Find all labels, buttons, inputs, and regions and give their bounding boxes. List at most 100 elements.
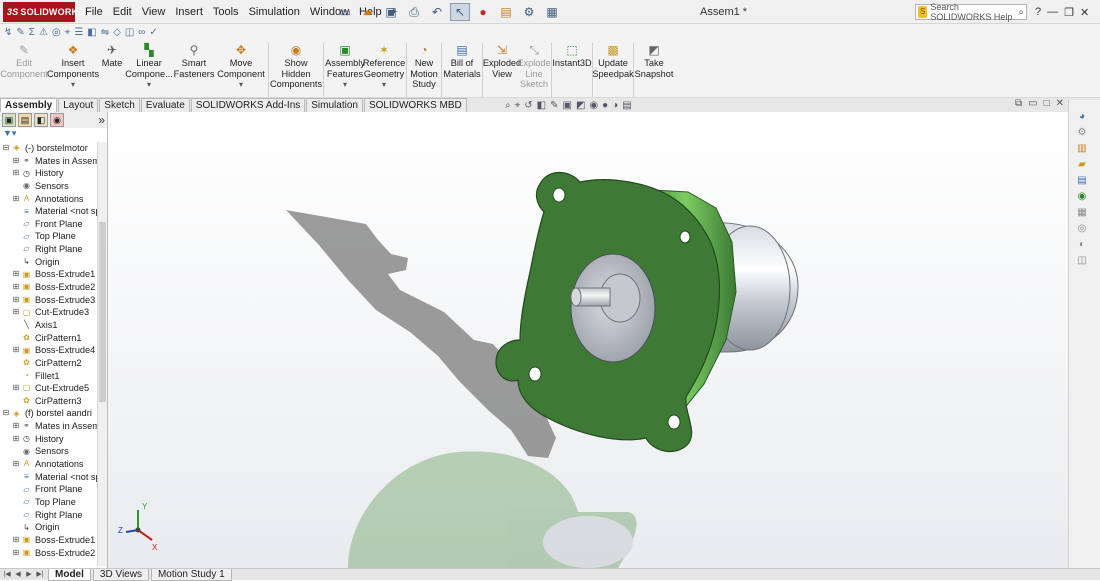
property-manager-tab-icon[interactable]: ▤ [18, 113, 32, 127]
tree-item[interactable]: ▱ Top Plane [0, 496, 106, 509]
expand-icon[interactable]: ⊞ [12, 458, 20, 471]
new-document-icon[interactable]: ▭ [335, 3, 355, 21]
tree-item[interactable]: ≡ Material <not sp [0, 471, 106, 484]
tree-item[interactable]: ⊟ ◈ (-) borstelmotor [0, 142, 106, 155]
prev-tab-icon[interactable]: ◀ [13, 569, 23, 580]
display-manager-tab-icon[interactable]: ◉ [50, 113, 64, 127]
tree-item[interactable]: ◉ Sensors [0, 180, 106, 193]
select-cursor-icon[interactable]: ↖ [450, 3, 470, 21]
filter-icon[interactable]: ▼▾ [0, 128, 107, 140]
menu-insert[interactable]: Insert [170, 6, 208, 18]
hide-show-icon[interactable]: ◉ [589, 100, 598, 111]
menu-edit[interactable]: Edit [108, 6, 137, 18]
layer-icon[interactable]: ☰ [74, 27, 83, 38]
equation-icon[interactable]: Σ [29, 27, 35, 38]
tree-item[interactable]: ⊞ ⚭ Mates in Assem1 [0, 420, 106, 433]
tab-3d-views[interactable]: 3D Views [92, 569, 149, 581]
tree-item[interactable]: ✿ CirPattern3 [0, 395, 106, 408]
dynamic-annotation-icon[interactable]: ✎ [550, 100, 558, 111]
appearances-icon[interactable]: ◕ [1075, 110, 1089, 123]
minimize-icon[interactable]: — [1047, 6, 1058, 18]
edit-appearance-icon[interactable]: ● [602, 100, 608, 111]
menu-view[interactable]: View [137, 6, 171, 18]
print-icon[interactable]: ⎙ [404, 3, 424, 21]
insert-components-button[interactable]: ❖ Insert Components ▾ [47, 42, 99, 98]
tree-item[interactable]: ✿ CirPattern2 [0, 357, 106, 370]
chevron-down-icon[interactable]: ▾ [343, 80, 347, 91]
previous-view-icon[interactable]: ↺ [524, 100, 532, 111]
tree-item[interactable]: ⊞ ▣ Boss-Extrude1 [0, 534, 106, 547]
warning-icon[interactable]: ⚠ [39, 27, 48, 38]
viewport-split-icon[interactable]: ⧉ [1015, 98, 1022, 109]
expand-icon[interactable]: ⊞ [12, 167, 20, 180]
hole-wizard-icon[interactable]: ◎ [52, 27, 61, 38]
expand-icon[interactable]: ⊞ [12, 268, 20, 281]
feature-manager-tab-icon[interactable]: ▣ [2, 113, 16, 127]
customize-icon[interactable]: ▦ [542, 3, 562, 21]
tab-model[interactable]: Model [48, 569, 91, 581]
view-orientation-icon[interactable]: ▣ [562, 100, 571, 111]
tree-item[interactable]: ⊞ ▣ Boss-Extrude2 [0, 281, 106, 294]
close-icon[interactable]: ✕ [1080, 6, 1089, 19]
take-snapshot-button[interactable]: ◩ Take Snapshot [635, 42, 674, 98]
tree-item[interactable]: ▱ Front Plane [0, 218, 106, 231]
viewport-maximize-icon[interactable]: □ [1044, 98, 1050, 109]
tree-item[interactable]: ⊞ A Annotations [0, 458, 106, 471]
section-icon[interactable]: ◧ [87, 27, 96, 38]
design-library-icon[interactable]: ▥ [1075, 142, 1089, 155]
instant3d-button[interactable]: ⬚ Instant3D [552, 42, 591, 98]
undo-icon[interactable]: ↶ [427, 3, 447, 21]
tree-item[interactable]: ↳ Origin [0, 256, 106, 269]
search-icon[interactable]: ⌕ [1018, 7, 1024, 18]
sketch-tool-icon[interactable]: ✎ [16, 27, 24, 38]
reference-geometry-button[interactable]: ✶ Reference Geometry ▾ [363, 42, 405, 98]
tree-item[interactable]: ⊞ ▣ Boss-Extrude1 [0, 268, 106, 281]
mirror-icon[interactable]: ⇋ [101, 27, 109, 38]
next-tab-icon[interactable]: ▶ [24, 569, 34, 580]
new-motion-study-button[interactable]: ◔ New Motion Study [409, 42, 439, 98]
chevron-down-icon[interactable]: ▾ [239, 80, 243, 91]
bill-of-materials-button[interactable]: ▤ Bill of Materials [443, 42, 480, 98]
rebuild-icon[interactable]: ● [473, 3, 493, 21]
exploded-view-button[interactable]: ⇲ Exploded View [483, 42, 521, 98]
tree-item[interactable]: ≡ Material <not sp [0, 205, 106, 218]
tree-item[interactable]: ↳ Origin [0, 521, 106, 534]
expand-icon[interactable]: ⊞ [12, 382, 20, 395]
expand-icon[interactable]: ⊞ [12, 193, 20, 206]
tree-item[interactable]: ⊞ ◷ History [0, 167, 106, 180]
chain-icon[interactable]: ∞ [138, 27, 145, 38]
tree-item[interactable]: ⊞ ▣ Boss-Extrude3 [0, 294, 106, 307]
mate-button[interactable]: ✈ Mate [98, 42, 126, 98]
open-folder-icon[interactable]: ▰ [358, 3, 378, 21]
expand-icon[interactable]: ⊞ [12, 155, 20, 168]
file-explorer-icon[interactable]: ▰ [1075, 158, 1089, 171]
feature-tree-scrollbar[interactable] [97, 142, 107, 566]
expand-icon[interactable]: ⊞ [12, 547, 20, 560]
save-icon[interactable]: ▣ [381, 3, 401, 21]
tab-assembly[interactable]: Assembly [0, 98, 58, 112]
tree-item[interactable]: ⊞ A Annotations [0, 193, 106, 206]
reference-icon[interactable]: ◇ [113, 27, 121, 38]
tree-item[interactable]: ▱ Right Plane [0, 509, 106, 522]
first-tab-icon[interactable]: |◀ [2, 569, 12, 580]
menu-file[interactable]: File [80, 6, 108, 18]
tree-item[interactable]: ⊞ ▢ Cut-Extrude5 [0, 382, 106, 395]
expand-panel-icon[interactable]: » [98, 113, 105, 127]
last-tab-icon[interactable]: ▶| [35, 569, 45, 580]
tab-addins[interactable]: SOLIDWORKS Add-Ins [190, 98, 306, 112]
section-view-icon[interactable]: ◧ [537, 100, 546, 111]
expand-icon[interactable]: ⊞ [12, 281, 20, 294]
menu-simulation[interactable]: Simulation [244, 6, 305, 18]
tab-motion-study-1[interactable]: Motion Study 1 [150, 569, 232, 581]
scene-icon[interactable]: ◑ [612, 100, 618, 111]
tree-item[interactable]: ⊞ ▣ Boss-Extrude4 [0, 344, 106, 357]
move-component-button[interactable]: ✥ Move Component ▾ [216, 42, 266, 98]
tab-layout[interactable]: Layout [58, 98, 99, 112]
explode-line-sketch-button[interactable]: ⤡ Explode Line Sketch [517, 42, 550, 98]
tree-item[interactable]: ▱ Top Plane [0, 230, 106, 243]
show-hidden-components-button[interactable]: ◉ Show Hidden Components [270, 42, 322, 98]
view-settings-icon[interactable]: ▤ [622, 100, 631, 111]
check-icon[interactable]: ✓ [149, 27, 157, 38]
solidworks-resources-icon[interactable]: ⚙ [1075, 126, 1089, 139]
viewport-close-icon[interactable]: ✕ [1056, 98, 1064, 109]
